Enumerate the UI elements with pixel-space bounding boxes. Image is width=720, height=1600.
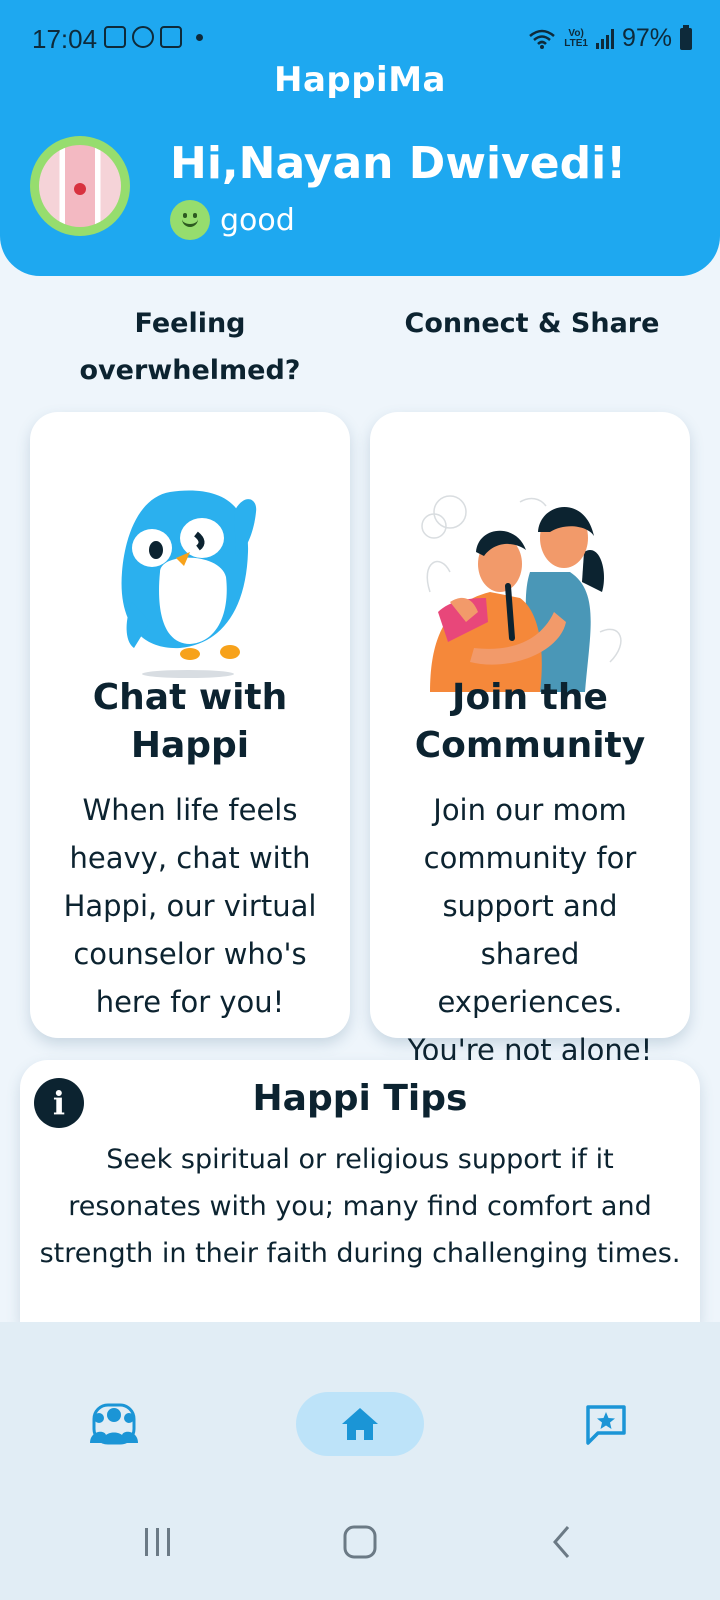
tips-title: Happi Tips: [252, 1078, 468, 1119]
smiley-icon: [170, 200, 210, 240]
card-title: Chat with Happi: [92, 677, 288, 766]
mood-row[interactable]: good: [170, 200, 295, 240]
chat-with-happi-card[interactable]: Chat with Happi When life feels heavy, c…: [30, 412, 350, 1038]
signal-icon: [595, 28, 614, 49]
battery-percent: 97%: [621, 24, 672, 52]
section-heading-connect: Connect & Share: [404, 308, 660, 339]
section-heading-overwhelmed: Feeling overwhelmed?: [79, 308, 301, 386]
two-women-hugging-icon: [421, 495, 622, 692]
app-notification-icon: [160, 26, 182, 48]
app-header: 17:04 Vo) LTE1 97% HappiMa Hi,Nayan Dwiv…: [0, 0, 720, 276]
home-system-icon[interactable]: [342, 1524, 378, 1560]
nav-feedback[interactable]: [542, 1392, 670, 1456]
network-type: Vo) LTE1: [564, 27, 588, 49]
avatar-image: [39, 145, 121, 227]
whatsapp-icon: [132, 26, 154, 48]
notification-icons: [104, 26, 203, 48]
avatar-detail: [74, 183, 86, 195]
card-description: Join our mom community for support and s…: [407, 793, 653, 1067]
avatar[interactable]: [30, 136, 130, 236]
more-notifications-dot: [196, 33, 203, 41]
nav-community[interactable]: [50, 1392, 178, 1456]
happi-tips-card: Happi Tips i Seek spiritual or religious…: [20, 1060, 700, 1322]
card-description: When life feels heavy, chat with Happi, …: [63, 793, 317, 1019]
recent-apps-icon[interactable]: [142, 1524, 174, 1560]
status-time: 17:04: [32, 24, 98, 54]
app-title: HappiMa: [273, 60, 446, 100]
battery-icon: [680, 24, 692, 50]
back-icon[interactable]: [550, 1524, 574, 1560]
community-icon: [90, 1403, 138, 1445]
home-icon: [342, 1408, 378, 1440]
wifi-icon: [529, 29, 556, 49]
gallery-icon: [104, 26, 126, 48]
chat-star-icon: [586, 1405, 626, 1445]
join-community-card[interactable]: Join the Community Join our mom communit…: [370, 412, 690, 1067]
system-navigation-bar: [0, 1490, 720, 1600]
status-right: Vo) LTE1 97%: [528, 24, 692, 53]
penguin-mascot-icon: [121, 490, 257, 678]
tips-text: Seek spiritual or religious support if i…: [39, 1144, 681, 1269]
nav-home[interactable]: [296, 1392, 424, 1456]
mood-label: good: [220, 202, 295, 238]
greeting: Hi,Nayan Dwivedi!: [170, 138, 627, 189]
info-icon: i: [34, 1078, 84, 1128]
bottom-navigation: [0, 1322, 720, 1490]
card-title: Join the Community: [414, 677, 646, 766]
